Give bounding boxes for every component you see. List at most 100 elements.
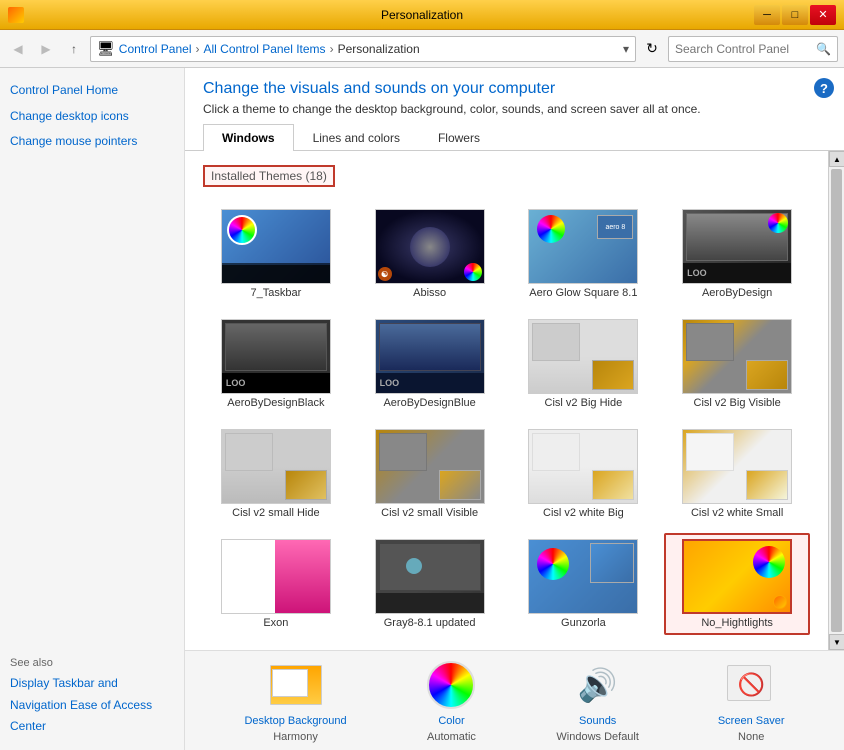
theme-item-nohighlights[interactable]: No_Hightlights [664, 533, 810, 635]
maximize-button[interactable]: □ [782, 5, 808, 25]
search-input[interactable] [675, 42, 812, 56]
search-box[interactable]: 🔍 [668, 36, 838, 62]
sidebar-item-desktop-icons[interactable]: Change desktop icons [10, 106, 174, 128]
color-icon [425, 659, 477, 711]
refresh-button[interactable]: ↻ [640, 37, 664, 61]
color-label[interactable]: Color [438, 715, 464, 727]
breadcrumb-control-panel[interactable]: Control Panel [119, 42, 192, 56]
screensaver-item[interactable]: 🚫 Screen Saver None [718, 659, 785, 743]
theme-name-aerobydesignblack: AeroByDesignBlack [227, 397, 324, 409]
search-icon: 🔍 [816, 42, 831, 56]
theme-name-abisso: Abisso [413, 287, 446, 299]
theme-item-cislbighide[interactable]: Cisl v2 Big Hide [511, 313, 657, 415]
tab-lines-colors[interactable]: Lines and colors [294, 124, 419, 151]
sidebar-item-display[interactable]: Display [10, 676, 49, 690]
theme-item-cislsmallvisible[interactable]: Cisl v2 small Visible [357, 423, 503, 525]
content-header: Change the visuals and sounds on your co… [185, 68, 844, 124]
theme-thumb-cislsmallhide [221, 429, 331, 504]
sidebar: Control Panel Home Change desktop icons … [0, 68, 185, 750]
content-area: ? Change the visuals and sounds on your … [185, 68, 844, 750]
scrollbar[interactable]: ▲ ▼ [828, 151, 844, 650]
theme-item-gray8[interactable]: Gray8-8.1 updated [357, 533, 503, 635]
theme-name-aerobydesign: AeroByDesign [702, 287, 772, 299]
sidebar-item-mouse-pointers[interactable]: Change mouse pointers [10, 131, 174, 153]
theme-item-cislwhitebig[interactable]: Cisl v2 white Big [511, 423, 657, 525]
page-description: Click a theme to change the desktop back… [203, 102, 826, 116]
window-controls: ─ □ ✕ [754, 5, 836, 25]
theme-item-cislbigvisible[interactable]: Cisl v2 Big Visible [664, 313, 810, 415]
window-title: Personalization [381, 8, 463, 22]
sounds-label[interactable]: Sounds [579, 715, 616, 727]
address-bar: 🖥 Control Panel › All Control Panel Item… [90, 36, 636, 62]
theme-name-7taskbar: 7_Taskbar [250, 287, 301, 299]
themes-container: Installed Themes (18) 7_Taskbar [185, 151, 828, 650]
page-title: Change the visuals and sounds on your co… [203, 80, 826, 98]
breadcrumb-all-items[interactable]: All Control Panel Items [204, 42, 326, 56]
sounds-item[interactable]: 🔊 Sounds Windows Default [556, 659, 639, 743]
theme-thumb-gray8 [375, 539, 485, 614]
app-icon [8, 7, 24, 23]
theme-thumb-cislsmallvisible [375, 429, 485, 504]
address-icon: 🖥 [97, 40, 115, 57]
theme-name-cislsmallhide: Cisl v2 small Hide [232, 507, 319, 519]
theme-name-aerobydesignblue: AeroByDesignBlue [383, 397, 475, 409]
theme-thumb-7taskbar [221, 209, 331, 284]
theme-thumb-nohighlights [682, 539, 792, 614]
theme-item-aerobydesign[interactable]: LOO AeroByDesign [664, 203, 810, 305]
sounds-sublabel: Windows Default [556, 731, 639, 743]
scrollbar-down-button[interactable]: ▼ [829, 634, 844, 650]
installed-themes-label: Installed Themes (18) [203, 165, 335, 187]
theme-item-aerobydesignblack[interactable]: LOO AeroByDesignBlack [203, 313, 349, 415]
title-bar: Personalization ─ □ ✕ [0, 0, 844, 30]
help-button[interactable]: ? [814, 78, 834, 98]
minimize-button[interactable]: ─ [754, 5, 780, 25]
up-button[interactable]: ↑ [62, 37, 86, 61]
sidebar-item-control-home[interactable]: Control Panel Home [10, 80, 174, 102]
theme-item-gunzorla[interactable]: Gunzorla [511, 533, 657, 635]
theme-item-cislwhitesmall[interactable]: Cisl v2 white Small [664, 423, 810, 525]
tab-flowers[interactable]: Flowers [419, 124, 499, 151]
theme-item-aeroglow[interactable]: aero 8 Aero Glow Square 8.1 [511, 203, 657, 305]
theme-item-cislsmallhide[interactable]: Cisl v2 small Hide [203, 423, 349, 525]
screensaver-icon: 🚫 [725, 659, 777, 711]
title-bar-left [8, 7, 24, 23]
theme-thumb-aerobydesignblack: LOO [221, 319, 331, 394]
theme-item-exon[interactable]: Exon [203, 533, 349, 635]
theme-name-cislwhitebig: Cisl v2 white Big [543, 507, 624, 519]
sounds-icon: 🔊 [572, 659, 624, 711]
theme-thumb-cislbigvisible [682, 319, 792, 394]
theme-thumb-abisso: ☯ [375, 209, 485, 284]
theme-thumb-cislbighide [528, 319, 638, 394]
theme-thumb-aerobydesign: LOO [682, 209, 792, 284]
theme-name-cislbigvisible: Cisl v2 Big Visible [694, 397, 781, 409]
scrollbar-thumb[interactable] [831, 169, 842, 632]
theme-name-cislbighide: Cisl v2 Big Hide [545, 397, 623, 409]
theme-name-aeroglow: Aero Glow Square 8.1 [529, 287, 637, 299]
breadcrumb-current: Personalization [338, 42, 420, 56]
screensaver-label[interactable]: Screen Saver [718, 715, 785, 727]
back-button[interactable]: ◀ [6, 37, 30, 61]
theme-item-aerobydesignblue[interactable]: LOO AeroByDesignBlue [357, 313, 503, 415]
navigation-bar: ◀ ▶ ↑ 🖥 Control Panel › All Control Pane… [0, 30, 844, 68]
theme-thumb-cislwhitebig [528, 429, 638, 504]
scrollbar-up-button[interactable]: ▲ [829, 151, 844, 167]
themes-grid: 7_Taskbar ☯ Abisso [203, 203, 810, 635]
tabs-bar: Windows Lines and colors Flowers [185, 124, 844, 151]
screensaver-sublabel: None [738, 731, 764, 743]
theme-item-7taskbar[interactable]: 7_Taskbar [203, 203, 349, 305]
theme-thumb-aeroglow: aero 8 [528, 209, 638, 284]
theme-name-cislwhitesmall: Cisl v2 white Small [691, 507, 783, 519]
desktop-bg-label[interactable]: Desktop Background [244, 715, 346, 727]
forward-button[interactable]: ▶ [34, 37, 58, 61]
desktop-background-item[interactable]: Desktop Background Harmony [244, 659, 346, 743]
color-item[interactable]: Color Automatic [425, 659, 477, 743]
themes-area: Installed Themes (18) 7_Taskbar [185, 151, 844, 650]
bottom-bar: Desktop Background Harmony Color Automat… [185, 650, 844, 750]
dropdown-arrow-icon[interactable]: ▾ [623, 42, 629, 56]
theme-item-abisso[interactable]: ☯ Abisso [357, 203, 503, 305]
tab-windows[interactable]: Windows [203, 124, 294, 151]
close-button[interactable]: ✕ [810, 5, 836, 25]
see-also-label: See also [10, 657, 174, 669]
theme-thumb-cislwhitesmall [682, 429, 792, 504]
theme-thumb-aerobydesignblue: LOO [375, 319, 485, 394]
